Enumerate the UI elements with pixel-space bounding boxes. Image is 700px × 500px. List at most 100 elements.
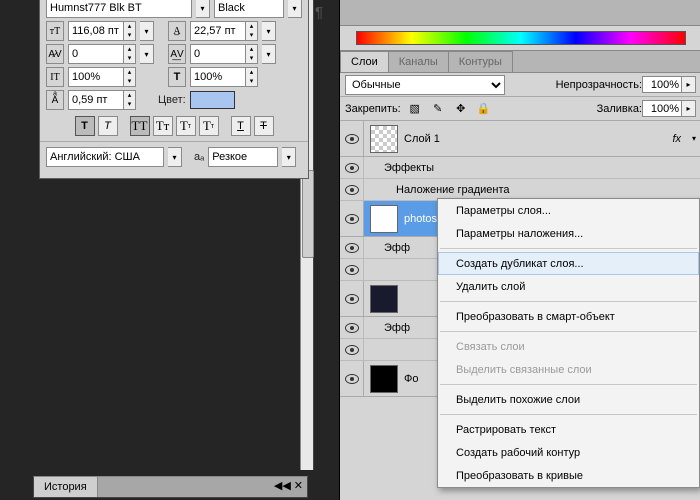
visibility-toggle[interactable] xyxy=(340,237,364,258)
scrollbar-thumb[interactable] xyxy=(302,170,314,258)
effect-gradient-label: Наложение градиента xyxy=(364,184,510,196)
italic-button[interactable]: T xyxy=(98,116,118,136)
tracking-dropdown[interactable]: ▾ xyxy=(262,44,276,64)
leading-icon: A̲ xyxy=(168,21,186,41)
leading-input[interactable] xyxy=(191,25,245,37)
tab-paths[interactable]: Контуры xyxy=(448,51,513,72)
menu-convert-shape[interactable]: Преобразовать в кривые xyxy=(438,464,699,487)
vscale-spinner[interactable]: ▴▾ xyxy=(123,68,135,86)
visibility-toggle[interactable] xyxy=(340,339,364,360)
lock-pixels-icon[interactable]: ✎ xyxy=(429,100,447,118)
visibility-toggle[interactable] xyxy=(340,259,364,280)
menu-select-similar[interactable]: Выделить похожие слои xyxy=(438,388,699,411)
opacity-label: Непрозрачность: xyxy=(556,79,642,91)
font-size-dropdown[interactable]: ▾ xyxy=(140,21,154,41)
language-dropdown[interactable]: ▾ xyxy=(168,147,182,167)
color-label: Цвет: xyxy=(158,94,186,106)
font-style-input[interactable] xyxy=(215,2,283,14)
collapse-icon[interactable]: ◀◀ xyxy=(274,479,291,495)
baseline-input[interactable] xyxy=(69,94,123,106)
close-icon[interactable]: ✕ xyxy=(294,479,303,495)
font-style-dropdown[interactable]: ▾ xyxy=(288,0,302,18)
fill-label: Заливка: xyxy=(597,103,642,115)
font-family-dropdown[interactable]: ▾ xyxy=(196,0,210,18)
language-input[interactable] xyxy=(47,151,163,163)
type-layer-thumbnail[interactable]: T xyxy=(370,205,398,233)
font-size-spinner[interactable]: ▴▾ xyxy=(123,22,135,40)
baseline-spinner[interactable]: ▴▾ xyxy=(123,91,135,109)
allcaps-button[interactable]: TT xyxy=(130,116,150,136)
visibility-toggle[interactable] xyxy=(340,157,364,178)
color-swatch[interactable] xyxy=(190,91,235,109)
layer-thumbnail[interactable] xyxy=(370,365,398,393)
menu-blending-options[interactable]: Параметры наложения... xyxy=(438,222,699,245)
history-tab[interactable]: История xyxy=(34,477,98,497)
kerning-spinner[interactable]: ▴▾ xyxy=(123,45,135,63)
visibility-toggle[interactable] xyxy=(340,121,364,156)
fill-input[interactable] xyxy=(642,100,682,117)
layer-context-menu: Параметры слоя... Параметры наложения...… xyxy=(437,198,700,488)
antialias-input[interactable] xyxy=(209,151,277,163)
layer-name[interactable]: Слой 1 xyxy=(404,133,672,145)
fill-dropdown[interactable]: ▸ xyxy=(682,100,696,117)
subscript-button[interactable]: Tт xyxy=(199,116,219,136)
bold-button[interactable]: T xyxy=(75,116,95,136)
leading-spinner[interactable]: ▴▾ xyxy=(245,22,257,40)
layer-thumbnail[interactable] xyxy=(370,125,398,153)
underline-button[interactable]: T xyxy=(231,116,251,136)
history-panel-controls: ◀◀ ✕ xyxy=(270,477,307,497)
blend-mode-select[interactable]: Обычные xyxy=(345,75,505,95)
tracking-icon: A͟V xyxy=(168,44,186,64)
lock-row: Закрепить: ▧ ✎ ✥ 🔒 Заливка: ▸ xyxy=(340,97,700,121)
aa-prefix: aₐ xyxy=(194,151,204,163)
menu-delete-layer[interactable]: Удалить слой xyxy=(438,275,699,298)
menu-layer-properties[interactable]: Параметры слоя... xyxy=(438,199,699,222)
vscale-input[interactable] xyxy=(69,71,123,83)
superscript-button[interactable]: Tт xyxy=(176,116,196,136)
paragraph-mark-icon: ¶ xyxy=(315,4,323,21)
tab-layers[interactable]: Слои xyxy=(340,51,389,72)
menu-select-linked: Выделить связанные слои xyxy=(438,358,699,381)
strike-button[interactable]: T xyxy=(254,116,274,136)
visibility-toggle[interactable] xyxy=(340,361,364,396)
menu-convert-smart[interactable]: Преобразовать в смарт-объект xyxy=(438,305,699,328)
history-panel: История ◀◀ ✕ xyxy=(33,476,308,498)
kerning-input[interactable] xyxy=(69,48,123,60)
effects-row[interactable]: Эффекты xyxy=(340,157,700,179)
font-family-input[interactable] xyxy=(47,2,191,14)
smallcaps-button[interactable]: Tт xyxy=(153,116,173,136)
fx-indicator[interactable]: fx xyxy=(672,133,681,145)
kerning-dropdown[interactable]: ▾ xyxy=(140,44,154,64)
visibility-toggle[interactable] xyxy=(340,317,364,338)
hscale-spinner[interactable]: ▴▾ xyxy=(245,68,257,86)
swatches-tabbar xyxy=(340,0,700,26)
tab-channels[interactable]: Каналы xyxy=(388,51,449,72)
eye-icon xyxy=(345,243,359,253)
menu-duplicate-layer[interactable]: Создать дубликат слоя... xyxy=(438,252,699,275)
eye-icon xyxy=(345,185,359,195)
color-spectrum-row xyxy=(340,26,700,51)
visibility-toggle[interactable] xyxy=(340,201,364,236)
vscale-icon: IT xyxy=(46,67,64,87)
tracking-spinner[interactable]: ▴▾ xyxy=(245,45,257,63)
layer-thumbnail[interactable] xyxy=(370,285,398,313)
lock-all-icon[interactable]: 🔒 xyxy=(475,100,493,118)
hscale-input[interactable] xyxy=(191,71,245,83)
visibility-toggle[interactable] xyxy=(340,281,364,316)
menu-rasterize-type[interactable]: Растрировать текст xyxy=(438,418,699,441)
spectrum-bar[interactable] xyxy=(356,31,686,45)
lock-position-icon[interactable]: ✥ xyxy=(452,100,470,118)
visibility-toggle[interactable] xyxy=(340,179,364,200)
font-size-input[interactable] xyxy=(69,25,123,37)
layer-row[interactable]: Слой 1 fx ▾ xyxy=(340,121,700,157)
menu-create-workpath[interactable]: Создать рабочий контур xyxy=(438,441,699,464)
opacity-input[interactable] xyxy=(642,76,682,93)
antialias-dropdown[interactable]: ▾ xyxy=(282,147,296,167)
menu-link-layers: Связать слои xyxy=(438,335,699,358)
fx-collapse-icon[interactable]: ▾ xyxy=(687,134,700,143)
lock-transparency-icon[interactable]: ▧ xyxy=(406,100,424,118)
leading-dropdown[interactable]: ▾ xyxy=(262,21,276,41)
tracking-input[interactable] xyxy=(191,48,245,60)
lock-label: Закрепить: xyxy=(345,103,401,115)
opacity-dropdown[interactable]: ▸ xyxy=(682,76,696,93)
